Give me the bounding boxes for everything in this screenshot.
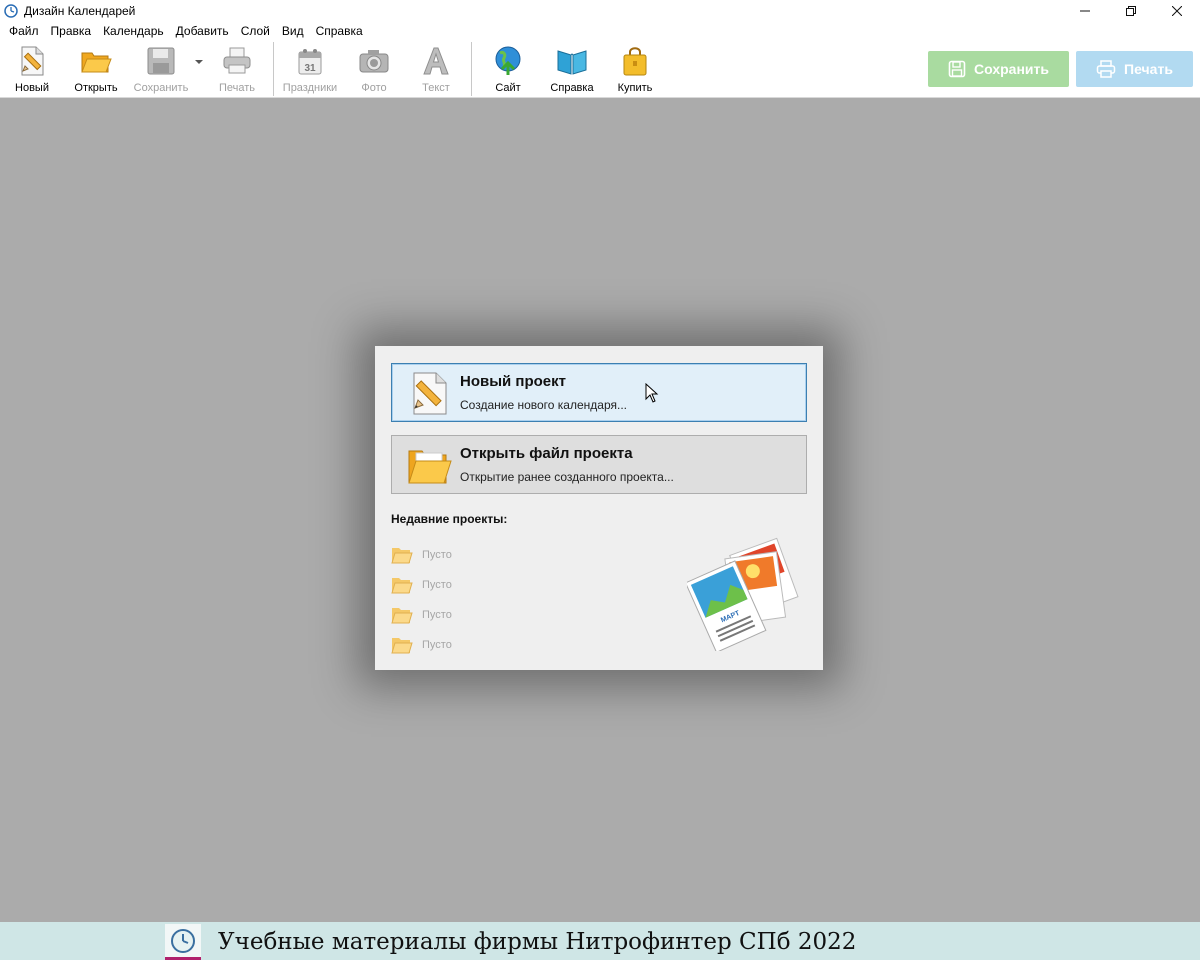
photo-label: Фото <box>361 82 387 94</box>
menu-view[interactable]: Вид <box>276 24 310 38</box>
banner-logo <box>165 924 201 960</box>
help-book-icon <box>557 50 587 75</box>
open-label: Открыть <box>74 82 118 94</box>
minimize-button[interactable] <box>1062 0 1108 22</box>
title-bar: Дизайн Календарей <box>0 0 1200 22</box>
new-project-title: Новый проект <box>460 373 566 390</box>
print-toolbar-label: Печать <box>218 82 256 94</box>
menu-bar: Файл Правка Календарь Добавить Слой Вид … <box>0 22 1200 40</box>
printer-icon <box>223 47 251 74</box>
menu-file[interactable]: Файл <box>3 24 45 38</box>
new-document-icon <box>21 46 44 76</box>
clock-icon <box>171 928 195 953</box>
new-project-button[interactable]: Новый проект Создание нового календаря..… <box>391 363 807 422</box>
calendar-icon: 31 <box>298 49 322 75</box>
save-toolbar-label: Сохранить <box>133 82 189 94</box>
print-button-label: Печать <box>1124 61 1173 77</box>
buy-label: Купить <box>617 82 653 94</box>
recent-project-label: Пусто <box>422 549 452 561</box>
folder-icon <box>391 548 413 564</box>
folder-icon <box>391 608 413 624</box>
site-label: Сайт <box>495 82 521 94</box>
holidays-button[interactable]: 31 Праздники <box>281 44 339 94</box>
banner-text: Учебные материалы фирмы Нитрофинтер СПб … <box>218 929 857 955</box>
menu-add[interactable]: Добавить <box>170 24 235 38</box>
open-project-subtitle: Открытие ранее созданного проекта... <box>460 470 674 484</box>
minimize-icon <box>1080 10 1090 12</box>
open-project-button[interactable]: Открыть файл проекта Открытие ранее созд… <box>391 435 807 494</box>
recent-project-item[interactable]: Пусто <box>391 570 452 600</box>
recent-projects-title: Недавние проекты: <box>391 512 508 526</box>
close-button[interactable] <box>1154 0 1200 22</box>
print-button[interactable]: Печать <box>1076 51 1193 87</box>
calendar-icon-number: 31 <box>304 63 316 74</box>
recent-project-item[interactable]: Пусто <box>391 600 452 630</box>
text-tool-icon <box>423 47 449 75</box>
buy-button[interactable]: Купить <box>615 44 655 94</box>
new-document-icon <box>413 372 447 414</box>
new-button[interactable]: Новый <box>12 44 52 94</box>
printer-icon <box>1096 60 1116 78</box>
new-label: Новый <box>15 82 49 94</box>
close-icon <box>1172 6 1182 16</box>
menu-layer[interactable]: Слой <box>235 24 276 38</box>
floppy-disk-icon <box>147 47 175 75</box>
mouse-cursor-icon <box>645 383 659 403</box>
restore-icon <box>1126 6 1136 16</box>
camera-icon <box>359 50 389 73</box>
folder-open-icon <box>81 52 112 73</box>
save-dropdown-arrow-icon[interactable] <box>195 60 203 64</box>
recent-project-item[interactable]: Пусто <box>391 630 452 660</box>
open-project-title: Открыть файл проекта <box>460 445 633 462</box>
print-toolbar-button[interactable]: Печать <box>217 44 257 94</box>
save-button-label: Сохранить <box>974 61 1049 77</box>
recent-project-item[interactable]: Пусто <box>391 540 452 570</box>
toolbar-separator <box>273 42 274 96</box>
save-toolbar-button[interactable]: Сохранить <box>133 44 189 94</box>
recent-project-label: Пусто <box>422 609 452 621</box>
text-button[interactable]: Текст <box>418 44 454 94</box>
recent-projects-list: Пусто Пусто Пусто Пусто <box>391 540 452 660</box>
menu-help[interactable]: Справка <box>310 24 369 38</box>
folder-icon <box>391 578 413 594</box>
app-icon <box>4 4 18 18</box>
folder-open-icon <box>408 450 452 483</box>
toolbar: Новый Открыть Сохранить Печать 31 Праздн… <box>0 40 1200 98</box>
restore-button[interactable] <box>1108 0 1154 22</box>
recent-project-label: Пусто <box>422 639 452 651</box>
help-button[interactable]: Справка <box>549 44 595 94</box>
holidays-label: Праздники <box>282 82 338 94</box>
toolbar-separator <box>471 42 472 96</box>
text-label: Текст <box>422 82 450 94</box>
calendar-photos-illustration: МАРТ <box>687 537 799 651</box>
window-title: Дизайн Календарей <box>24 4 136 18</box>
new-project-subtitle: Создание нового календаря... <box>460 398 627 412</box>
folder-icon <box>391 638 413 654</box>
recent-project-label: Пусто <box>422 579 452 591</box>
menu-calendar[interactable]: Календарь <box>97 24 170 38</box>
open-button[interactable]: Открыть <box>72 44 120 94</box>
floppy-disk-icon <box>948 60 966 78</box>
help-label: Справка <box>550 82 594 94</box>
save-button[interactable]: Сохранить <box>928 51 1069 87</box>
menu-edit[interactable]: Правка <box>45 24 98 38</box>
shopping-bag-icon <box>623 47 647 76</box>
site-button[interactable]: Сайт <box>490 44 526 94</box>
photo-button[interactable]: Фото <box>356 44 392 94</box>
globe-icon <box>495 46 521 75</box>
watermark-banner: Учебные материалы фирмы Нитрофинтер СПб … <box>0 922 1200 960</box>
start-dialog: Новый проект Создание нового календаря..… <box>375 346 823 670</box>
